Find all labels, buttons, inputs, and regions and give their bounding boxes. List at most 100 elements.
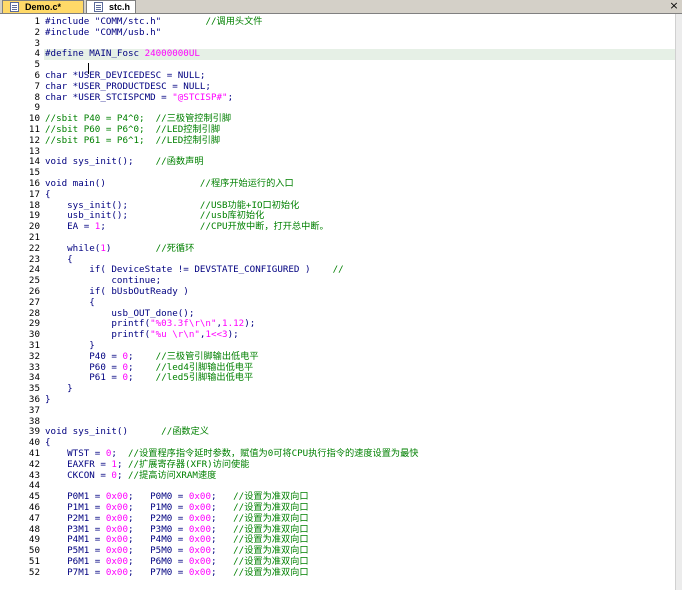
code-text: if( DeviceState != DEVSTATE_CONFIGURED )… [45,264,344,276]
code-token: ; [211,512,234,524]
line-number: 29 [28,318,40,330]
code-text: usb_init(); //usb库初始化 [45,210,264,221]
code-text: P6M1 = 0x00; P6M0 = 0x00; //设置为准双向口 [45,556,308,567]
code-comment: //死循环 [155,242,195,254]
code-token: printf( [45,329,151,341]
code-token: if( DeviceState != DEVSTATE_CONFIGURED ) [45,264,333,276]
code-comment: //USB功能+IO口初始化 [199,199,300,211]
vertical-scrollbar[interactable] [675,14,682,590]
code-token: char *USER_STCISPCMD = [45,91,173,103]
code-token: ; [116,469,129,481]
code-text: { [45,254,73,265]
code-token: ; P4M0 = [128,534,189,546]
code-comment: //sbit P40 = P4^0; //三极管控制引脚 [45,113,232,125]
tab-stc-h[interactable]: stc.h [86,0,136,13]
line-number: 28 [28,307,40,319]
code-token: ; P2M0 = [128,512,189,524]
code-text: EA = 1; //CPU开放中断，打开总中断。 [45,221,329,232]
code-text: P2M1 = 0x00; P2M0 = 0x00; //设置为准双向口 [45,512,308,524]
code-token: char *USER_DEVICEDESC = NULL; [45,70,206,81]
code-token: while( [45,242,101,254]
line-number: 19 [28,210,40,222]
code-text: WTST = 0; //设置程序指令延时参数，赋值为0可将CPU执行指令的速度设… [45,448,418,459]
code-token: { [45,296,95,308]
code-token: printf( [45,318,151,330]
code-token: ; P1M0 = [128,502,189,513]
code-token: P5M1 = [45,545,106,557]
code-token: ; [211,523,234,535]
line-number: 52 [28,566,40,578]
line-number: 4 [34,48,40,60]
line-number: 46 [28,502,40,513]
code-token: ; P3M0 = [128,523,189,535]
line-number: 18 [28,199,40,211]
code-token: #include "COMM/stc.h" [45,16,162,27]
file-icon [10,2,19,12]
line-number: 7 [34,80,40,92]
line-number: 31 [28,340,40,351]
code-text: char *USER_DEVICEDESC = NULL; [45,70,205,81]
code-token: void sys_init(); [45,156,156,168]
code-comment: //提高访问XRAM速度 [128,469,217,481]
code-token: } [45,394,51,405]
tab-label: Demo.c* [25,2,62,12]
line-number: 22 [28,242,40,254]
code-text: //sbit P60 = P6^0; //LED控制引脚 [45,124,220,135]
line-number: 17 [28,188,40,200]
code-text: if( bUsbOutReady ) [45,286,189,297]
line-number: 49 [28,534,40,546]
line-number: 13 [28,145,40,157]
code-token: ; [211,556,234,567]
code-literal: "%u \r\n" [150,329,200,341]
code-comment: // [332,264,344,276]
code-text: } [45,383,73,394]
code-token: ; P5M0 = [128,545,189,557]
code-comment: //设置为准双向口 [233,534,309,546]
code-text: P40 = 0; //三极管引脚输出低电平 [45,351,258,362]
code-literal: 0x00 [105,502,128,513]
line-number: 27 [28,296,40,308]
code-literal: 0x00 [188,523,211,535]
code-text: P7M1 = 0x00; P7M0 = 0x00; //设置为准双向口 [45,567,308,578]
code-literal: 0x00 [188,534,211,546]
line-number: 2 [34,26,40,38]
code-comment: //设置为准双向口 [233,491,309,503]
code-editor[interactable]: 1 #include "COMM/stc.h" //调用头文件 2 #include … [0,14,675,590]
code-token: P3M1 = [45,523,106,535]
code-token: P6M1 = [45,556,106,567]
line-number: 32 [28,350,40,362]
line-number: 33 [28,361,40,373]
code-comment: //扩展寄存器(XFR)访问使能 [128,458,250,470]
close-icon[interactable]: × [668,0,680,12]
code-token: #define MAIN_Fosc [45,48,145,60]
line-number: 51 [28,556,40,567]
code-text: #include "COMM/stc.h" //调用头文件 [45,16,262,27]
code-text: void sys_init() //函数定义 [45,426,209,437]
line-number: 14 [28,156,40,168]
line-number: 5 [34,59,40,71]
code-text: void sys_init(); //函数声明 [45,156,203,167]
line-number: 24 [28,264,40,276]
code-token: ; [211,502,234,513]
line-number: 3 [34,37,40,49]
code-literal: 1.12 [222,318,245,330]
code-literal: 0x00 [188,556,211,567]
code-token: EAXFR = [45,458,112,470]
line-number: 16 [28,178,40,189]
tab-demo-c[interactable]: Demo.c* [2,0,84,13]
code-text: sys_init(); //USB功能+IO口初始化 [45,200,299,211]
editor-tab-bar: Demo.c* stc.h × [0,0,682,14]
code-literal: 0x00 [105,545,128,557]
code-token: EA = [45,221,95,233]
code-comment: //sbit P61 = P6^1; //LED控制引脚 [45,134,221,146]
code-text: P3M1 = 0x00; P3M0 = 0x00; //设置为准双向口 [45,523,308,535]
code-text: P60 = 0; //led4引脚输出低电平 [45,362,253,373]
line-number: 10 [28,113,40,125]
code-token: P0M1 = [45,491,106,503]
code-literal: 1<<3 [205,329,228,341]
line-number: 20 [28,221,40,233]
code-text: { [45,189,51,200]
line-number: 39 [28,426,40,438]
code-token: P4M1 = [45,534,106,546]
code-comment: //函数定义 [161,426,209,438]
